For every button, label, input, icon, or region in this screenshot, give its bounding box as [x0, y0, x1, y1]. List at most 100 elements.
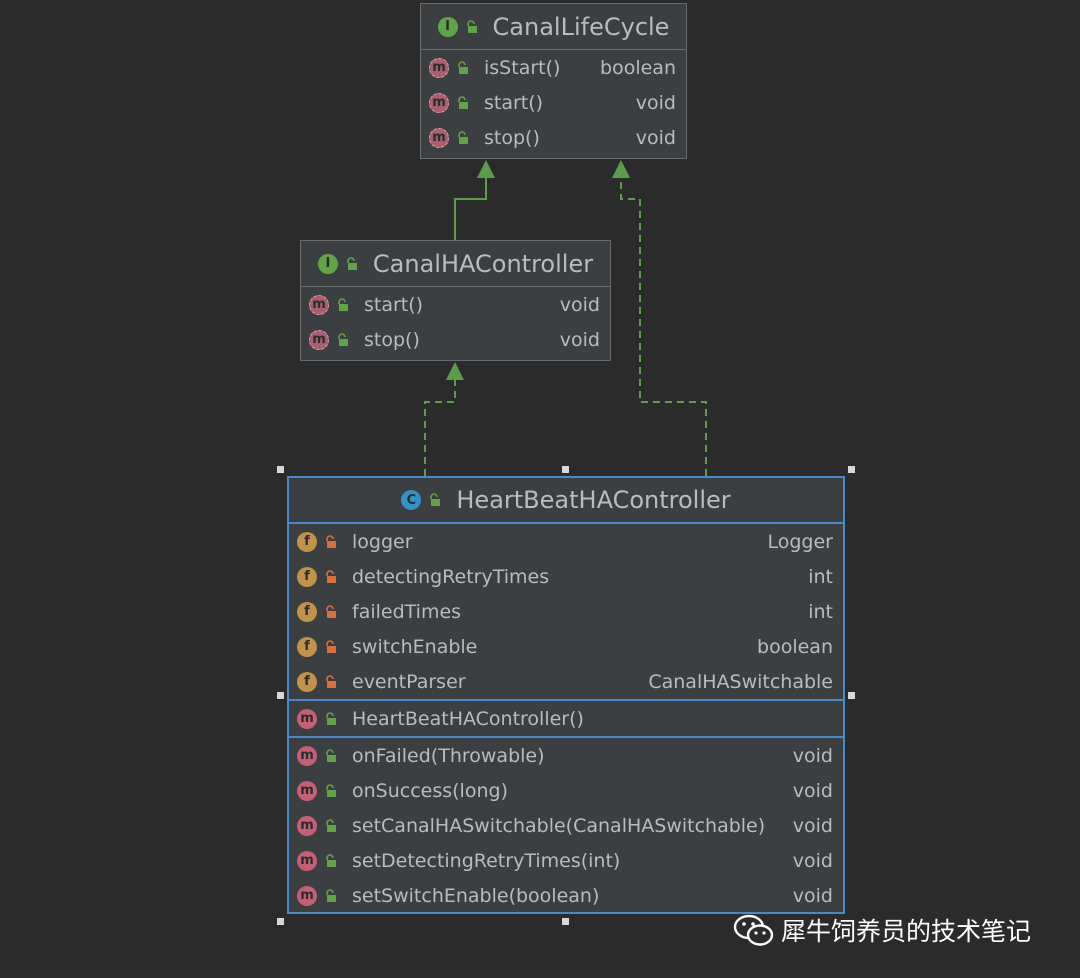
canal-lifecycle-header: I CanalLifeCycle [421, 4, 686, 50]
method-type: void [792, 884, 833, 907]
public-lock-icon [458, 60, 468, 74]
method-row[interactable]: m onSuccess(long) void [289, 773, 843, 808]
canal-ha-controller-box[interactable]: I CanalHAController m start() void m stop() v… [300, 240, 611, 361]
method-icon: m [429, 127, 449, 148]
method-icon: m [429, 57, 449, 78]
method-name: stop() [484, 126, 540, 149]
method-icon: m [297, 815, 317, 836]
watermark-text: 犀牛饲养员的技术笔记 [781, 917, 1032, 946]
method-name: onSuccess(long) [352, 779, 508, 802]
selection-handle-bottom-middle[interactable] [562, 918, 569, 925]
method-name: setDetectingRetryTimes(int) [352, 849, 621, 872]
extends-arrowhead [477, 160, 495, 178]
method-name: start() [364, 293, 424, 316]
method-name: setCanalHASwitchable(CanalHASwitchable) [352, 814, 766, 837]
private-lock-icon [326, 604, 336, 618]
method-type: void [792, 814, 833, 837]
method-name: isStart() [484, 56, 561, 79]
selection-handle-middle-left[interactable] [277, 692, 284, 699]
interface-icon: I [317, 253, 338, 274]
field-icon: f [297, 566, 317, 587]
canal-lifecycle-box[interactable]: I CanalLifeCycle m isStart() boolean m start… [420, 3, 687, 159]
field-name: eventParser [352, 670, 466, 693]
private-lock-icon [326, 639, 336, 653]
canal-ha-controller-title: CanalHAController [372, 249, 594, 278]
selection-handle-bottom-left[interactable] [277, 918, 284, 925]
method-icon: m [429, 92, 449, 113]
field-type: Logger [767, 530, 834, 553]
implements-line-lifecycle [620, 176, 707, 476]
field-type: boolean [757, 635, 833, 658]
method-type: void [635, 91, 676, 114]
public-lock-icon [458, 95, 468, 109]
public-lock-icon [430, 493, 441, 506]
selection-handle-top-left[interactable] [277, 466, 284, 473]
field-row[interactable]: f detectingRetryTimes int [289, 559, 843, 594]
private-lock-icon [326, 534, 336, 548]
method-row[interactable]: m onFailed(Throwable) void [289, 738, 843, 773]
method-type: boolean [600, 56, 676, 79]
field-type: int [808, 600, 833, 623]
watermark: 犀牛饲养员的技术笔记 [733, 908, 1053, 952]
field-icon: f [297, 531, 317, 552]
method-type: void [792, 744, 833, 767]
method-type: void [559, 293, 600, 316]
field-name: detectingRetryTimes [352, 565, 550, 588]
selection-handle-top-middle[interactable] [562, 466, 569, 473]
field-row[interactable]: f failedTimes int [289, 594, 843, 629]
method-icon: m [309, 294, 329, 315]
field-row[interactable]: f logger Logger [289, 524, 843, 559]
method-name: setSwitchEnable(boolean) [352, 884, 600, 907]
method-type: void [792, 849, 833, 872]
field-row[interactable]: f eventParser CanalHASwitchable [289, 664, 843, 699]
field-icon: f [297, 671, 317, 692]
method-row[interactable]: m stop() void [421, 120, 686, 155]
private-lock-icon [326, 569, 336, 583]
heartbeat-constructor-section: m HeartBeatHAController() [289, 699, 843, 736]
constructor-row[interactable]: m HeartBeatHAController() [289, 701, 843, 736]
method-icon: m [297, 850, 317, 871]
public-lock-icon [347, 256, 357, 270]
field-type: CanalHASwitchable [648, 670, 833, 693]
method-row[interactable]: m stop() void [301, 322, 610, 357]
heartbeat-title: HeartBeatHAController [456, 486, 731, 514]
public-lock-icon [326, 853, 336, 867]
heartbeat-methods: m onFailed(Throwable) void m onSuccess(long)… [289, 736, 843, 913]
method-row[interactable]: m setDetectingRetryTimes(int) void [289, 843, 843, 878]
method-icon: m [297, 708, 317, 729]
public-lock-icon [338, 332, 348, 346]
field-icon: f [297, 636, 317, 657]
public-lock-icon [326, 783, 336, 797]
public-lock-icon [458, 130, 468, 144]
heartbeat-header: C HeartBeatHAController [289, 478, 843, 524]
method-name: stop() [364, 328, 420, 351]
method-type: void [792, 779, 833, 802]
constructor-name: HeartBeatHAController() [352, 707, 584, 730]
field-icon: f [297, 601, 317, 622]
wechat-icon [733, 914, 774, 946]
public-lock-icon [326, 711, 336, 725]
method-icon: m [297, 885, 317, 906]
selection-handle-top-right[interactable] [848, 466, 855, 473]
method-name: onFailed(Throwable) [352, 744, 545, 767]
method-icon: m [297, 780, 317, 801]
public-lock-icon [326, 748, 336, 762]
heartbeat-ha-controller-box[interactable]: C HeartBeatHAController f logger Logger f de… [287, 476, 845, 914]
method-type: void [635, 126, 676, 149]
public-lock-icon [338, 297, 348, 311]
canal-ha-controller-header: I CanalHAController [301, 241, 610, 287]
method-row[interactable]: m setCanalHASwitchable(CanalHASwitchable)… [289, 808, 843, 843]
method-row[interactable]: m start() void [421, 85, 686, 120]
field-name: logger [352, 530, 413, 553]
canal-lifecycle-title: CanalLifeCycle [492, 12, 670, 41]
field-name: switchEnable [352, 635, 478, 658]
public-lock-icon [326, 888, 336, 902]
method-row[interactable]: m start() void [301, 287, 610, 322]
field-row[interactable]: f switchEnable boolean [289, 629, 843, 664]
canal-lifecycle-methods: m isStart() boolean m start() void m stop() void [421, 50, 686, 155]
method-row[interactable]: m isStart() boolean [421, 50, 686, 85]
implements-arrowhead-lifecycle [612, 160, 630, 178]
field-type: int [808, 565, 833, 588]
selection-handle-middle-right[interactable] [848, 692, 855, 699]
interface-icon: I [437, 16, 458, 37]
